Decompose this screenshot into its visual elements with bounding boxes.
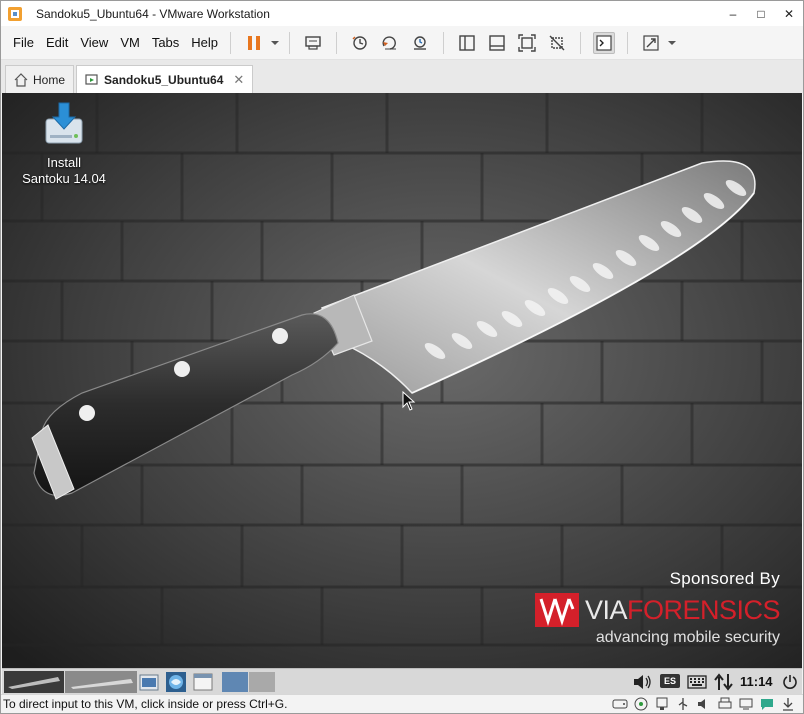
install-label-line1: Install bbox=[47, 155, 81, 170]
toolbar-separator bbox=[627, 31, 629, 54]
workspace-1[interactable] bbox=[222, 672, 248, 692]
stretch-icon[interactable] bbox=[640, 32, 662, 54]
stretch-dropdown-icon[interactable] bbox=[666, 32, 678, 54]
pause-icon[interactable] bbox=[243, 32, 265, 54]
snapshot-icon[interactable] bbox=[349, 32, 371, 54]
brand-tagline: advancing mobile security bbox=[595, 629, 780, 646]
install-label-line2: Santoku 14.04 bbox=[22, 171, 106, 186]
tab-home-label: Home bbox=[33, 72, 66, 87]
workspace-2[interactable] bbox=[249, 672, 275, 692]
unity-icon[interactable] bbox=[546, 32, 568, 54]
status-bar: To direct input to this VM, click inside… bbox=[1, 694, 803, 713]
menu-view[interactable]: View bbox=[80, 35, 108, 50]
brand-via: VIA bbox=[584, 594, 628, 625]
toolbar-separator bbox=[443, 31, 445, 54]
guest-panel: ES 11:14 bbox=[2, 668, 802, 694]
keyboard-icon[interactable] bbox=[686, 673, 708, 691]
window-thumbnail-2[interactable] bbox=[65, 671, 137, 693]
show-library-icon[interactable] bbox=[456, 32, 478, 54]
status-message: To direct input to this VM, click inside… bbox=[3, 697, 288, 711]
close-button[interactable]: ✕ bbox=[775, 1, 803, 26]
display-icon[interactable] bbox=[737, 696, 755, 712]
vm-display[interactable]: Install Santoku 14.04 Sponsored By VIA FO… bbox=[2, 93, 802, 668]
keyboard-layout-indicator[interactable]: ES bbox=[660, 674, 680, 688]
install-santoku-launcher[interactable]: Install Santoku 14.04 bbox=[12, 101, 116, 187]
tab-vm[interactable]: Sandoku5_Ubuntu64 ✕ bbox=[76, 65, 254, 93]
minimize-button[interactable]: – bbox=[719, 1, 747, 26]
cd-dvd-icon[interactable] bbox=[632, 696, 650, 712]
menu-edit[interactable]: Edit bbox=[46, 35, 68, 50]
vm-icon bbox=[85, 73, 98, 85]
full-screen-icon[interactable] bbox=[516, 32, 538, 54]
thumbnail-bar-icon[interactable] bbox=[486, 32, 508, 54]
window-thumbnail-1[interactable] bbox=[4, 671, 64, 693]
file-manager-launcher[interactable] bbox=[138, 671, 160, 693]
usb-icon[interactable] bbox=[674, 696, 692, 712]
title-bar: Sandoku5_Ubuntu64 - VMware Workstation –… bbox=[1, 1, 803, 26]
menu-toolbar: File Edit View VM Tabs Help bbox=[1, 26, 803, 60]
menu-tabs[interactable]: Tabs bbox=[152, 35, 179, 50]
install-disk-icon bbox=[45, 102, 83, 144]
snapshot-manager-icon[interactable] bbox=[409, 32, 431, 54]
browser-launcher[interactable] bbox=[165, 671, 187, 693]
home-icon bbox=[14, 72, 28, 87]
network-adapter-icon[interactable] bbox=[653, 696, 671, 712]
vmware-window: Sandoku5_Ubuntu64 - VMware Workstation –… bbox=[0, 0, 804, 714]
toolbar-separator bbox=[336, 31, 338, 54]
menu-help[interactable]: Help bbox=[191, 35, 218, 50]
menu-vm[interactable]: VM bbox=[120, 35, 140, 50]
viaforensics-logo-mark bbox=[534, 593, 579, 627]
window-list-launcher[interactable] bbox=[192, 671, 214, 693]
pause-dropdown-icon[interactable] bbox=[269, 32, 281, 54]
console-view-icon[interactable] bbox=[593, 31, 616, 54]
more-devices-icon[interactable] bbox=[779, 696, 797, 712]
tab-close-icon[interactable]: ✕ bbox=[233, 72, 244, 88]
power-icon[interactable] bbox=[780, 673, 800, 691]
toolbar-separator bbox=[580, 31, 582, 54]
sound-card-icon[interactable] bbox=[695, 696, 713, 712]
send-ctrl-alt-del-icon[interactable] bbox=[302, 32, 324, 54]
vmware-app-icon bbox=[8, 6, 22, 21]
printer-icon[interactable] bbox=[716, 696, 734, 712]
hard-disk-icon[interactable] bbox=[611, 696, 629, 712]
sponsored-by-text: Sponsored By bbox=[669, 569, 780, 588]
mouse-cursor-icon bbox=[402, 391, 416, 411]
revert-snapshot-icon[interactable] bbox=[379, 32, 401, 54]
toolbar-separator bbox=[289, 31, 291, 54]
tab-vm-label: Sandoku5_Ubuntu64 bbox=[104, 72, 224, 87]
tab-home[interactable]: Home bbox=[5, 65, 75, 93]
message-icon[interactable] bbox=[758, 696, 776, 712]
panel-clock[interactable]: 11:14 bbox=[740, 674, 773, 689]
window-title: Sandoku5_Ubuntu64 - VMware Workstation bbox=[36, 6, 270, 21]
sponsor-block: Sponsored By VIA FORENSICS advancing mobi… bbox=[534, 569, 781, 647]
toolbar-separator bbox=[230, 31, 232, 54]
volume-icon[interactable] bbox=[632, 673, 652, 691]
brand-forensics: FORENSICS bbox=[626, 594, 781, 625]
maximize-button[interactable]: □ bbox=[747, 1, 775, 26]
network-icon[interactable] bbox=[714, 673, 734, 691]
menu-file[interactable]: File bbox=[13, 35, 34, 50]
tab-bar: Home Sandoku5_Ubuntu64 ✕ bbox=[1, 60, 803, 93]
